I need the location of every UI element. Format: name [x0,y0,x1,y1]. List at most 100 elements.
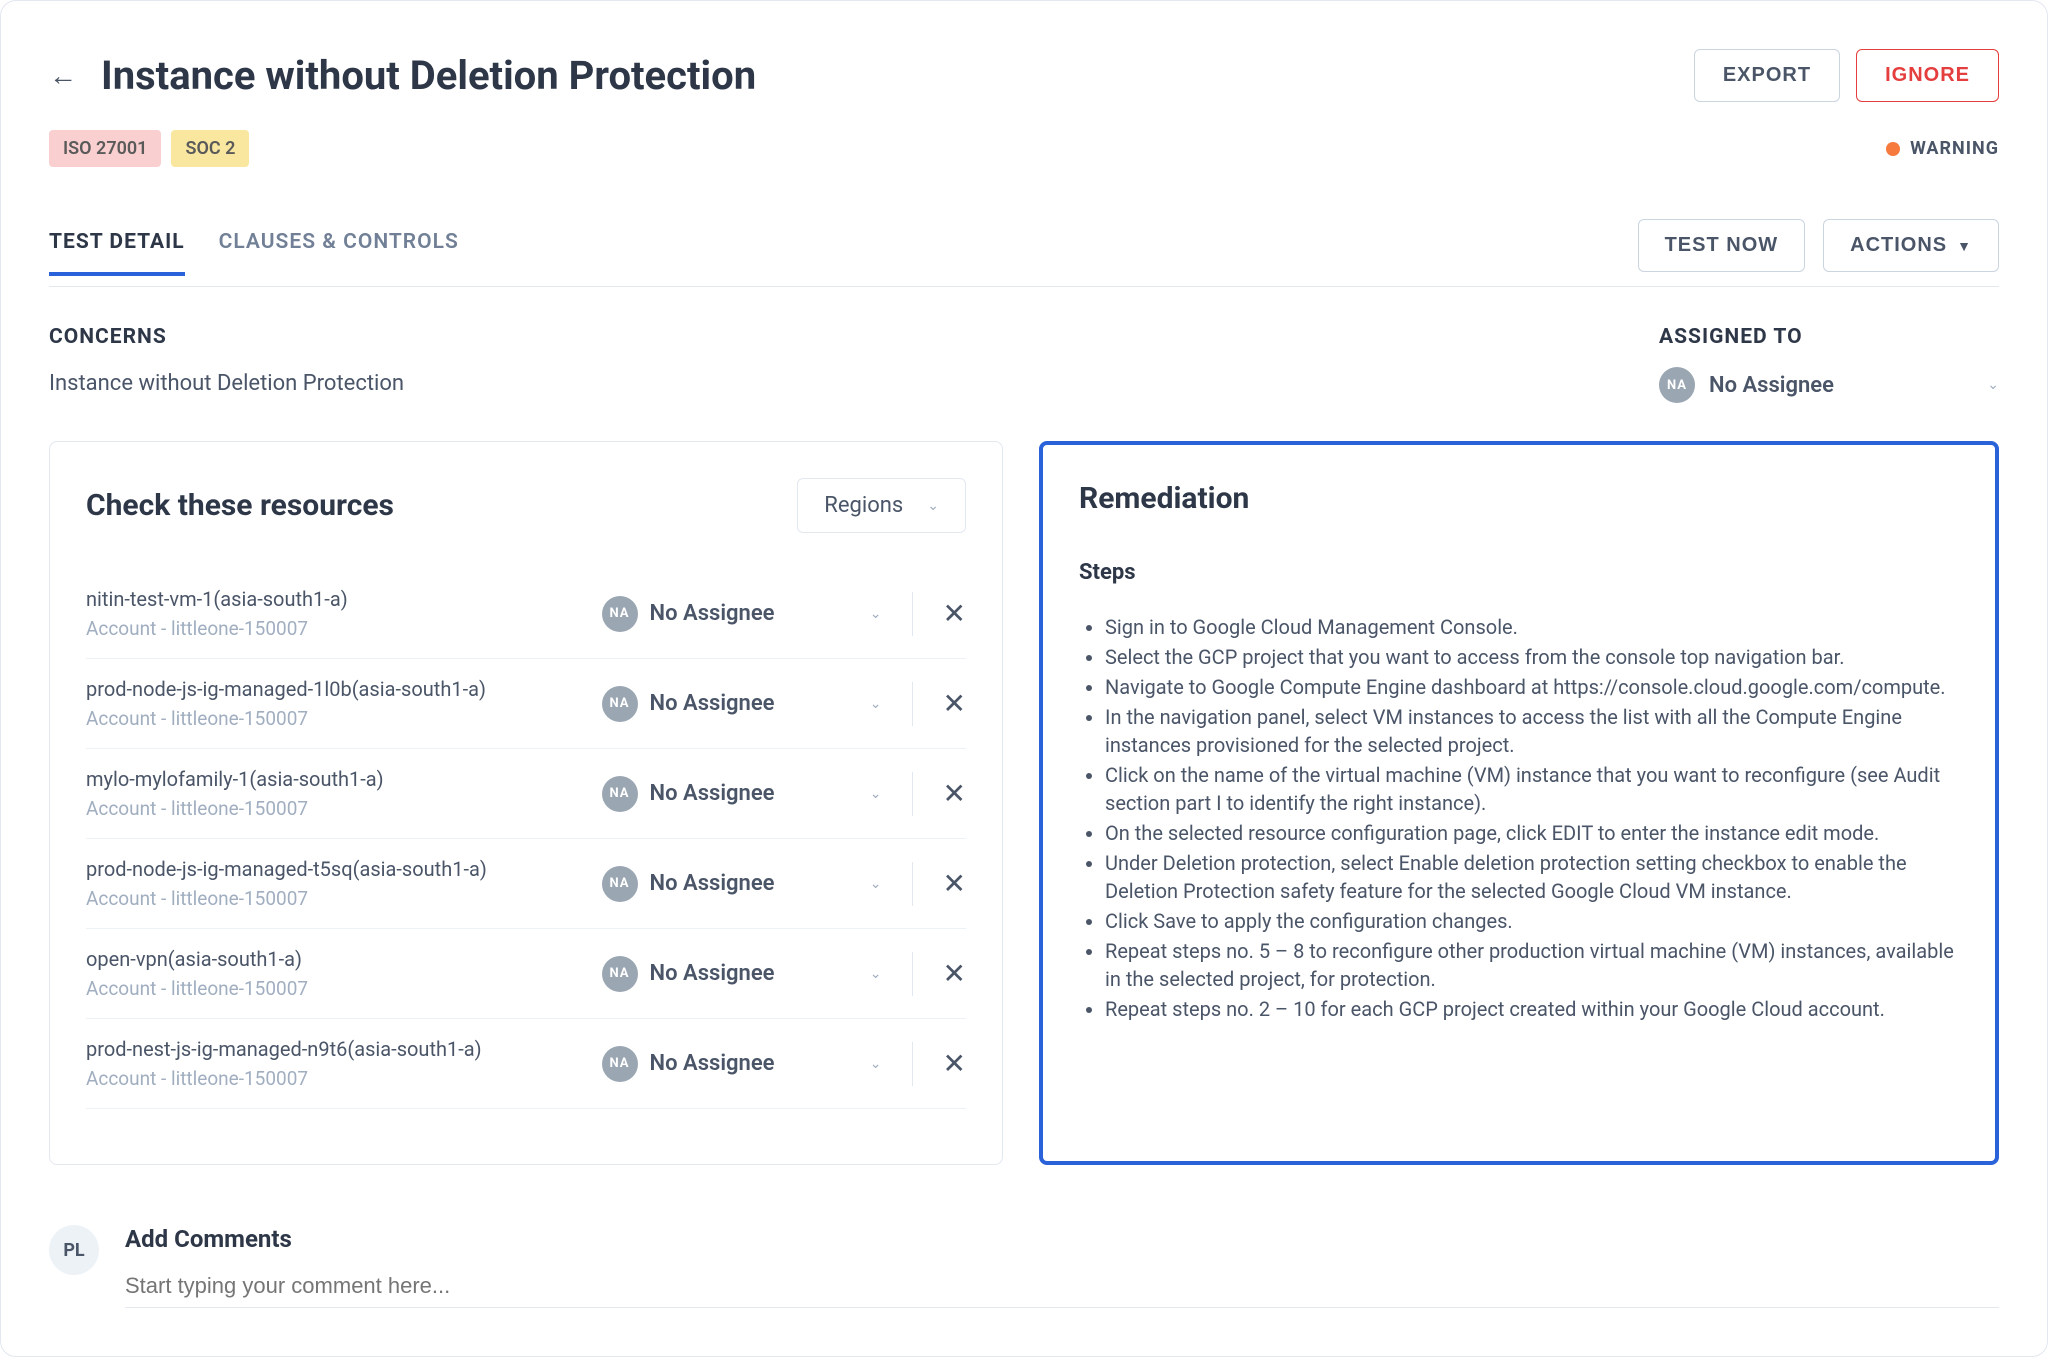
assignee-avatar: NA [602,866,638,902]
close-icon[interactable]: ✕ [943,867,966,900]
resources-header: Check these resources Regions ⌄ [86,478,966,533]
meta-row: CONCERNS Instance without Deletion Prote… [49,325,1999,403]
row-divider [912,1042,913,1086]
assignee-avatar: NA [602,776,638,812]
resource-name: prod-nest-js-ig-managed-n9t6(asia-south1… [86,1037,602,1061]
remediation-step: Sign in to Google Cloud Management Conso… [1105,613,1959,641]
page-title: Instance without Deletion Protection [101,52,756,99]
remediation-step: Repeat steps no. 5 – 8 to reconfigure ot… [1105,937,1959,993]
status-label: WARNING [1910,138,1999,159]
assignee-avatar: NA [602,956,638,992]
assignee-avatar: NA [602,686,638,722]
comments-section: PL Add Comments [49,1225,1999,1308]
close-icon[interactable]: ✕ [943,1047,966,1080]
close-icon[interactable]: ✕ [943,597,966,630]
close-icon[interactable]: ✕ [943,957,966,990]
status-indicator: WARNING [1886,138,1999,159]
assignee-text: No Assignee [650,961,858,986]
assignee-text: No Assignee [650,781,858,806]
row-divider [912,592,913,636]
resource-info: prod-node-js-ig-managed-t5sq(asia-south1… [86,857,602,910]
remediation-step: On the selected resource configuration p… [1105,819,1959,847]
actions-dropdown-button[interactable]: ACTIONS ▼ [1823,219,1999,272]
badge-iso27001: ISO 27001 [49,130,161,167]
tabs-list: TEST DETAIL CLAUSES & CONTROLS [49,230,459,275]
chevron-down-icon: ⌄ [870,606,882,622]
comments-input[interactable] [125,1273,1999,1308]
chevron-down-icon: ⌄ [870,876,882,892]
assignee-text: No Assignee [650,1051,858,1076]
resource-info: open-vpn(asia-south1-a) Account - littleo… [86,947,602,1000]
assignee-text: No Assignee [650,601,858,626]
close-icon[interactable]: ✕ [943,687,966,720]
assigned-value-row[interactable]: NA No Assignee ⌄ [1659,367,1999,403]
steps-label: Steps [1079,560,1959,585]
resource-row: prod-node-js-ig-managed-1l0b(asia-south1… [86,659,966,749]
header-left: ← Instance without Deletion Protection [49,52,756,99]
caret-down-icon: ▼ [1957,238,1972,254]
concerns-label: CONCERNS [49,325,404,349]
status-dot-icon [1886,142,1900,156]
resource-account: Account - littleone-150007 [86,887,602,910]
badge-soc2: SOC 2 [171,130,249,167]
header-actions: EXPORT IGNORE [1694,49,1999,102]
resource-account: Account - littleone-150007 [86,707,602,730]
chevron-down-icon: ⌄ [1987,377,1999,393]
resource-assignee-dropdown[interactable]: NANo Assignee⌄ [602,1046,882,1082]
close-icon[interactable]: ✕ [943,777,966,810]
resource-name: mylo-mylofamily-1(asia-south1-a) [86,767,602,791]
assigned-label: ASSIGNED TO [1659,325,1999,349]
resource-assignee-dropdown[interactable]: NA No Assignee ⌄ [602,776,882,812]
assignee-avatar: NA [602,596,638,632]
assignee-avatar: NA [1659,367,1695,403]
chevron-down-icon: ⌄ [870,696,882,712]
resources-panel: Check these resources Regions ⌄ nitin-te… [49,441,1003,1165]
resource-account: Account - littleone-150007 [86,1067,602,1090]
concerns-block: CONCERNS Instance without Deletion Prote… [49,325,404,403]
resource-name: prod-node-js-ig-managed-t5sq(asia-south1… [86,857,602,881]
resource-name: prod-node-js-ig-managed-1l0b(asia-south1… [86,677,602,701]
compliance-badges: ISO 27001 SOC 2 [49,130,249,167]
row-divider [912,862,913,906]
resource-info: mylo-mylofamily-1(asia-south1-a)Account … [86,767,602,820]
badges-row: ISO 27001 SOC 2 WARNING [49,130,1999,167]
resource-info: nitin-test-vm-1(asia-south1-a) Account - … [86,587,602,640]
remediation-panel: Remediation Steps Sign in to Google Clou… [1039,441,1999,1165]
resource-info: prod-nest-js-ig-managed-n9t6(asia-south1… [86,1037,602,1090]
remediation-step: Under Deletion protection, select Enable… [1105,849,1959,905]
resource-assignee-dropdown[interactable]: NA No Assignee ⌄ [602,686,882,722]
remediation-title: Remediation [1079,481,1959,516]
regions-dropdown[interactable]: Regions ⌄ [797,478,966,533]
resource-account: Account - littleone-150007 [86,977,602,1000]
resource-row: open-vpn(asia-south1-a) Account - littleo… [86,929,966,1019]
resource-assignee-dropdown[interactable]: NA No Assignee ⌄ [602,956,882,992]
remediation-step: In the navigation panel, select VM insta… [1105,703,1959,759]
resource-assignee-dropdown[interactable]: NA No Assignee ⌄ [602,596,882,632]
comments-avatar: PL [49,1225,99,1275]
tab-clauses-controls[interactable]: CLAUSES & CONTROLS [219,230,459,275]
actions-label: ACTIONS [1850,234,1947,257]
tabs-row: TEST DETAIL CLAUSES & CONTROLS TEST NOW … [49,219,1999,287]
ignore-button[interactable]: IGNORE [1856,49,1999,102]
header-row: ← Instance without Deletion Protection E… [49,49,1999,102]
assignee-text: No Assignee [650,691,858,716]
test-now-button[interactable]: TEST NOW [1638,219,1806,272]
resource-row: prod-nest-js-ig-managed-n9t6(asia-south1… [86,1019,966,1109]
resource-name: open-vpn(asia-south1-a) [86,947,602,971]
export-button[interactable]: EXPORT [1694,49,1840,102]
back-arrow-icon[interactable]: ← [49,59,77,92]
tab-test-detail[interactable]: TEST DETAIL [49,230,185,276]
chevron-down-icon: ⌄ [870,966,882,982]
resource-assignee-dropdown[interactable]: NANo Assignee⌄ [602,866,882,902]
resource-account: Account - littleone-150007 [86,617,602,640]
resource-name: nitin-test-vm-1(asia-south1-a) [86,587,602,611]
row-divider [912,772,913,816]
chevron-down-icon: ⌄ [870,786,882,802]
remediation-step: Repeat steps no. 2 – 10 for each GCP pro… [1105,995,1959,1023]
chevron-down-icon: ⌄ [870,1056,882,1072]
assignee-text: No Assignee [1709,373,1973,398]
remediation-step: Select the GCP project that you want to … [1105,643,1959,671]
page-root: ← Instance without Deletion Protection E… [0,0,2048,1357]
resource-info: prod-node-js-ig-managed-1l0b(asia-south1… [86,677,602,730]
comments-title: Add Comments [125,1225,1999,1253]
